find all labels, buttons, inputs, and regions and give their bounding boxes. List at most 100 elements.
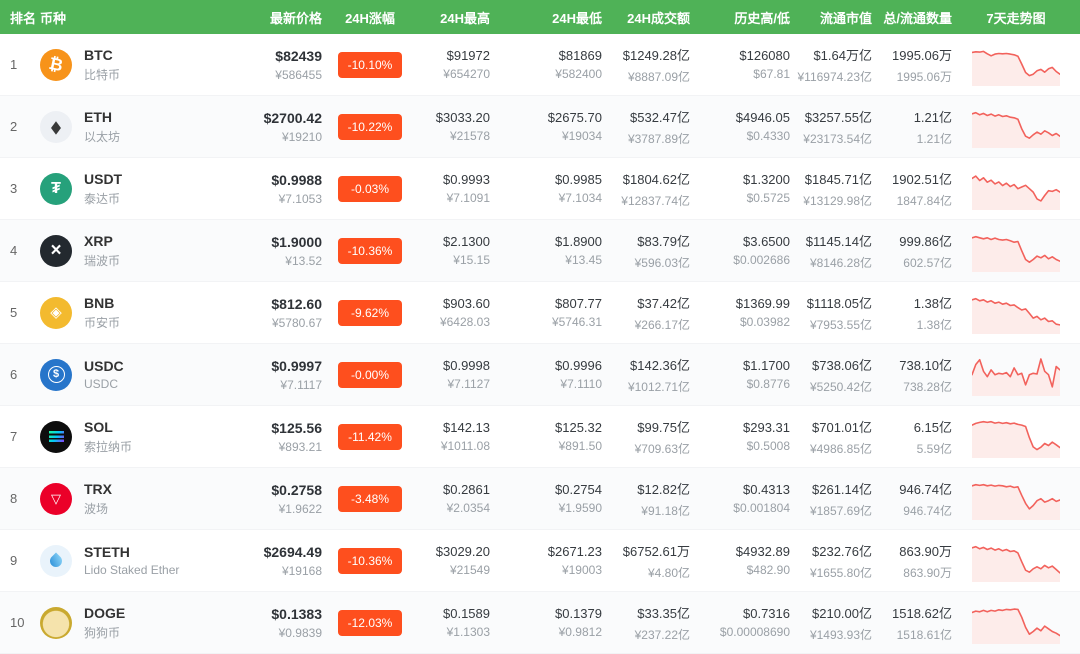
volume-cny: ¥237.22亿 <box>602 626 690 643</box>
coin-cell: ▽ TRX 波场 <box>40 481 250 517</box>
hist-low: $0.4330 <box>690 129 790 143</box>
high-cny: ¥6428.03 <box>418 315 490 329</box>
high-cny: ¥7.1091 <box>418 191 490 205</box>
24h-volume-cell: $99.75亿 ¥709.63亿 <box>602 417 690 457</box>
table-row[interactable]: 6 $ USDC USDC $0.9997 ¥7.1117 -0.00% $0.… <box>0 344 1080 406</box>
sparkline-svg <box>972 44 1060 86</box>
sparkline-chart <box>952 292 1080 334</box>
coin-icon: ₮ <box>40 173 72 205</box>
change-badge: -10.22% <box>338 114 402 140</box>
coin-icon: $ <box>40 359 72 391</box>
supply-cell: 1.21亿 1.21亿 <box>872 107 952 147</box>
sparkline-chart <box>952 230 1080 272</box>
qty-total: 1995.06万 <box>872 45 952 64</box>
volume-usd: $142.36亿 <box>602 355 690 374</box>
qty-circ: 946.74亿 <box>872 502 952 519</box>
volume-usd: $99.75亿 <box>602 417 690 436</box>
coin-icon: ◆ <box>40 111 72 143</box>
table-row[interactable]: 10 DOGE 狗狗币 $0.1383 ¥0.9839 -12.03% $0.1… <box>0 592 1080 654</box>
sparkline-svg <box>972 416 1060 458</box>
table-row[interactable]: 7 SOL 索拉纳币 $125.56 ¥893.21 -11.42% $142.… <box>0 406 1080 468</box>
volume-cny: ¥12837.74亿 <box>602 192 690 209</box>
coin-icon: ₿ <box>40 49 72 81</box>
coin-cell: DOGE 狗狗币 <box>40 605 250 641</box>
coin-symbol: ETH <box>84 109 120 125</box>
sparkline-svg <box>972 230 1060 272</box>
coin-glyph: $ <box>48 366 65 383</box>
24h-high-cell: $2.1300 ¥15.15 <box>418 234 490 267</box>
coin-glyph: ₮ <box>51 181 61 197</box>
low-cny: ¥7.1110 <box>490 377 602 391</box>
hist-high-low-cell: $0.7316 $0.00008690 <box>690 606 790 639</box>
latest-price-cell: $812.60 ¥5780.67 <box>250 296 322 330</box>
rank-number: 2 <box>0 119 40 134</box>
mcap-cny: ¥1857.69亿 <box>790 502 872 519</box>
hist-low: $482.90 <box>690 563 790 577</box>
sparkline-svg <box>972 478 1060 520</box>
low-usd: $0.2754 <box>490 482 602 497</box>
table-row[interactable]: 2 ◆ ETH 以太坊 $2700.42 ¥19210 -10.22% $303… <box>0 96 1080 158</box>
hist-low: $0.8776 <box>690 377 790 391</box>
sparkline-svg <box>972 292 1060 334</box>
coin-glyph: × <box>50 241 61 260</box>
qty-total: 1902.51亿 <box>872 169 952 188</box>
change-cell: -10.36% <box>322 548 418 574</box>
market-cap-cell: $210.00亿 ¥1493.93亿 <box>790 603 872 643</box>
high-cny: ¥21549 <box>418 563 490 577</box>
latest-price-cell: $2694.49 ¥19168 <box>250 544 322 578</box>
latest-price-cell: $0.9988 ¥7.1053 <box>250 172 322 206</box>
price-cny: ¥1.9622 <box>250 502 322 516</box>
coin-icon: × <box>40 235 72 267</box>
table-row[interactable]: 9 STETH Lido Staked Ether $2694.49 ¥1916… <box>0 530 1080 592</box>
table-row[interactable]: 8 ▽ TRX 波场 $0.2758 ¥1.9622 -3.48% $0.286… <box>0 468 1080 530</box>
high-usd: $903.60 <box>418 296 490 311</box>
supply-cell: 1.38亿 1.38亿 <box>872 293 952 333</box>
24h-low-cell: $2675.70 ¥19034 <box>490 110 602 143</box>
sparkline-chart <box>952 602 1080 644</box>
latest-price-cell: $0.1383 ¥0.9839 <box>250 606 322 640</box>
latest-price-cell: $1.9000 ¥13.52 <box>250 234 322 268</box>
latest-price-cell: $82439 ¥586455 <box>250 48 322 82</box>
table-row[interactable]: 3 ₮ USDT 泰达币 $0.9988 ¥7.1053 -0.03% $0.9… <box>0 158 1080 220</box>
mcap-usd: $1845.71亿 <box>790 169 872 188</box>
hist-low: $0.002686 <box>690 253 790 267</box>
coin-glyph: ◆ <box>51 118 61 136</box>
coin-name: 泰达币 <box>84 190 122 207</box>
table-row[interactable]: 5 ◈ BNB 币安币 $812.60 ¥5780.67 -9.62% $903… <box>0 282 1080 344</box>
sparkline-chart <box>952 106 1080 148</box>
market-cap-cell: $738.06亿 ¥5250.42亿 <box>790 355 872 395</box>
low-cny: ¥582400 <box>490 67 602 81</box>
mcap-usd: $701.01亿 <box>790 417 872 436</box>
high-usd: $0.1589 <box>418 606 490 621</box>
coin-name: 币安币 <box>84 314 120 331</box>
low-usd: $1.8900 <box>490 234 602 249</box>
mcap-usd: $738.06亿 <box>790 355 872 374</box>
change-cell: -10.22% <box>322 114 418 140</box>
coin-glyph: ₿ <box>47 55 64 75</box>
low-cny: ¥19034 <box>490 129 602 143</box>
hist-low: $0.5008 <box>690 439 790 453</box>
sparkline-svg <box>972 106 1060 148</box>
qty-total: 1.21亿 <box>872 107 952 126</box>
24h-low-cell: $81869 ¥582400 <box>490 48 602 81</box>
24h-low-cell: $2671.23 ¥19003 <box>490 544 602 577</box>
mcap-usd: $1145.14亿 <box>790 231 872 250</box>
coin-symbol: BTC <box>84 47 120 63</box>
low-cny: ¥7.1034 <box>490 191 602 205</box>
high-cny: ¥15.15 <box>418 253 490 267</box>
supply-cell: 1518.62亿 1518.61亿 <box>872 603 952 643</box>
price-usd: $812.60 <box>250 296 322 312</box>
24h-low-cell: $1.8900 ¥13.45 <box>490 234 602 267</box>
qty-total: 6.15亿 <box>872 417 952 436</box>
24h-low-cell: $807.77 ¥5746.31 <box>490 296 602 329</box>
coin-name: 瑞波币 <box>84 252 120 269</box>
table-row[interactable]: 1 ₿ BTC 比特币 $82439 ¥586455 -10.10% $9197… <box>0 34 1080 96</box>
mcap-usd: $1.64万亿 <box>790 45 872 64</box>
change-cell: -11.42% <box>322 424 418 450</box>
table-row[interactable]: 4 × XRP 瑞波币 $1.9000 ¥13.52 -10.36% $2.13… <box>0 220 1080 282</box>
coin-cell: $ USDC USDC <box>40 358 250 391</box>
qty-total: 1518.62亿 <box>872 603 952 622</box>
24h-low-cell: $0.9985 ¥7.1034 <box>490 172 602 205</box>
change-badge: -0.03% <box>338 176 402 202</box>
change-cell: -3.48% <box>322 486 418 512</box>
